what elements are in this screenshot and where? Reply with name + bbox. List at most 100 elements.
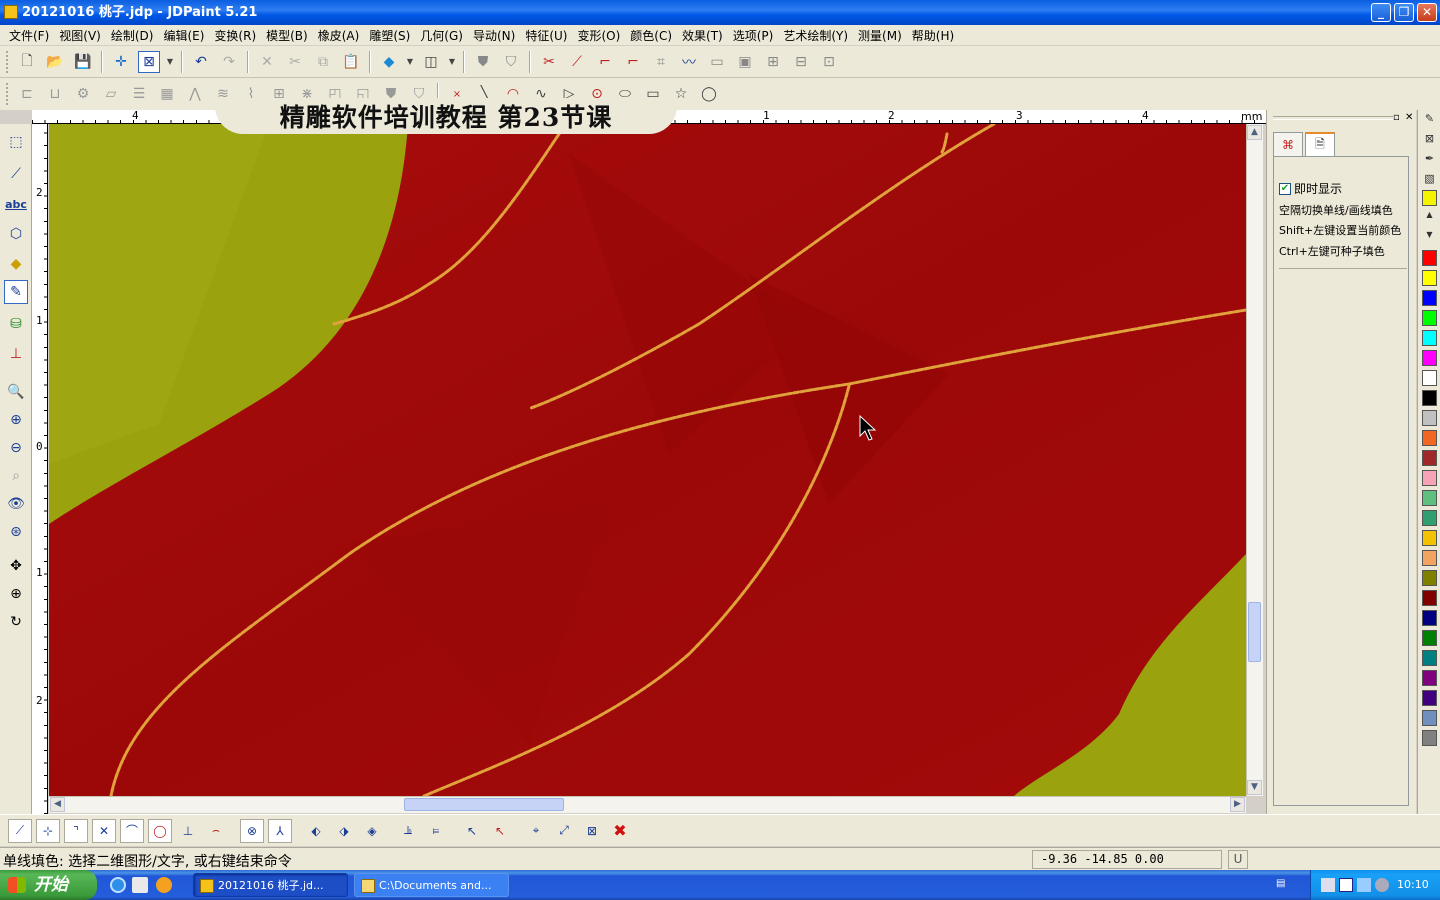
new-file-icon[interactable]: 🗋 [16,51,38,73]
dropdown-arrow-icon[interactable]: ▼ [406,51,414,73]
curve-edit-icon[interactable]: 〰 [678,51,700,73]
node-diamond-icon[interactable]: ◈ [360,819,384,843]
color-swatch[interactable] [1422,450,1437,466]
color-swatch[interactable] [1422,470,1437,486]
color-swatch[interactable] [1422,410,1437,426]
minimize-button[interactable]: _ [1371,3,1391,22]
menu-art-draw[interactable]: 艺术绘制(Y) [778,27,853,44]
fill-tool-icon[interactable]: ◆ [4,252,28,276]
menu-transform[interactable]: 变换(R) [209,27,261,44]
close-button[interactable]: ✕ [1417,3,1437,22]
color-swatch[interactable] [1422,330,1437,346]
shield-filled-icon[interactable]: ⛉ [500,51,522,73]
break-icon[interactable]: ⌖ [524,819,548,843]
chamfer-icon[interactable]: ⌐ [622,51,644,73]
menu-color[interactable]: 颜色(C) [625,27,677,44]
media-icon[interactable] [156,877,172,893]
gear-icon[interactable]: ⚙ [72,83,94,105]
menu-feature[interactable]: 特征(U) [520,27,572,44]
color-swatch[interactable] [1422,650,1437,666]
color-swatch[interactable] [1422,530,1437,546]
no-color-icon[interactable]: ⊠ [1422,132,1437,148]
unit-button[interactable]: U [1228,850,1248,869]
view-cube-icon[interactable]: ◫ [420,51,442,73]
rotate-view-icon[interactable]: ↻ [4,610,28,634]
scroll-right-arrow-icon[interactable]: ▶ [1230,797,1245,812]
checkbox-checked-icon[interactable]: ✔ [1279,182,1291,195]
paste-icon[interactable]: 📋 [340,51,362,73]
desktop-icon[interactable] [132,877,148,893]
pattern-icon[interactable]: ▧ [1422,172,1437,188]
color-swatch[interactable] [1422,370,1437,386]
save-icon[interactable]: 💾 [72,51,94,73]
color-swatch[interactable] [1422,670,1437,686]
menu-help[interactable]: 帮助(H) [907,27,959,44]
select-box-icon[interactable]: ⊠ [138,50,160,73]
ie-icon[interactable] [110,877,126,893]
color-swatch[interactable] [1422,630,1437,646]
node-diamond-icon[interactable]: ⬗ [332,819,356,843]
color-swatch[interactable] [1422,590,1437,606]
grid-icon[interactable]: ▦ [156,83,178,105]
snap-point-icon[interactable]: ⊗ [240,818,264,843]
color-swatch[interactable] [1422,730,1437,746]
perpendicular-icon[interactable]: ⊥ [176,819,200,843]
tangent-icon[interactable]: ⌢ [204,819,228,843]
panel-close-icon[interactable]: ✕ [1405,112,1413,123]
panel-restore-icon[interactable]: ▫ [1393,112,1400,123]
crosshair-icon[interactable]: ✛ [110,51,132,73]
tab-tool-icon[interactable]: ⌘ [1273,132,1303,156]
pipe-icon[interactable]: ▭ [706,51,728,73]
menu-guide[interactable]: 导动(N) [468,27,520,44]
color-swatch[interactable] [1422,570,1437,586]
vertical-scroll-thumb[interactable] [1248,602,1261,662]
menu-options[interactable]: 选项(P) [728,27,779,44]
tangent-line-icon[interactable]: ⊹ [36,818,60,843]
text-tool-icon[interactable]: abc [4,192,28,216]
vertical-scrollbar[interactable]: ▲ ▼ [1246,124,1263,796]
color-swatch[interactable] [1422,610,1437,626]
add-node-icon[interactable]: ↖ [460,819,484,843]
network-icon[interactable] [1321,878,1335,892]
cancel-icon[interactable]: ✖ [608,819,632,843]
sculpt-tool-icon[interactable]: ⬡ [4,222,28,246]
menu-eraser[interactable]: 橡皮(A) [313,27,365,44]
display-icon[interactable] [1357,878,1371,892]
horizontal-scroll-thumb[interactable] [404,798,564,811]
extend-icon[interactable]: ⟋ [566,51,588,73]
color-swatch[interactable] [1422,290,1437,306]
baseline-arrow-icon[interactable]: ⫢ [424,819,448,843]
ungroup-icon[interactable]: ⊡ [818,51,840,73]
color-layer-icon[interactable]: ◆ [378,51,400,73]
line-tool-icon[interactable]: ⟋ [8,818,32,843]
color-swatch[interactable] [1422,250,1437,266]
keyboard-icon[interactable]: ▤ [1276,878,1292,892]
stack-icon[interactable]: ☰ [128,83,150,105]
color-swatch[interactable] [1422,710,1437,726]
undo-icon[interactable]: ↶ [190,51,212,73]
instant-display-checkbox[interactable]: ✔ 即时显示 [1279,180,1342,197]
color-swatch[interactable] [1422,430,1437,446]
menu-measure[interactable]: 测量(M) [853,27,907,44]
dropdown-arrow-icon[interactable]: ▼ [166,51,174,73]
remove-node-icon[interactable]: ↖ [488,819,512,843]
group-icon[interactable]: ⊟ [790,51,812,73]
close-curve-icon[interactable]: ⊠ [580,819,604,843]
current-color-swatch[interactable] [1422,190,1437,206]
zoom-out-icon[interactable]: ⊖ [4,436,28,460]
measure-tool-icon[interactable]: ⊥ [4,342,28,366]
baseline-icon[interactable]: ⫡ [396,819,420,843]
maximize-button[interactable]: ❐ [1394,3,1414,22]
toolbar-grip[interactable] [6,83,9,105]
arc-corner-icon[interactable]: ⌒ [120,818,144,843]
pencil-tool-icon[interactable]: ✎ [4,280,28,304]
menu-model[interactable]: 模型(B) [261,27,313,44]
panel-grip[interactable] [1273,116,1393,120]
qq-icon[interactable] [1339,878,1353,892]
color-swatch[interactable] [1422,490,1437,506]
dropdown-arrow-icon[interactable]: ▼ [448,51,456,73]
color-swatch[interactable] [1422,550,1437,566]
snap-angle-icon[interactable]: ⅄ [268,818,292,843]
color-swatch[interactable] [1422,310,1437,326]
color-swatch[interactable] [1422,350,1437,366]
